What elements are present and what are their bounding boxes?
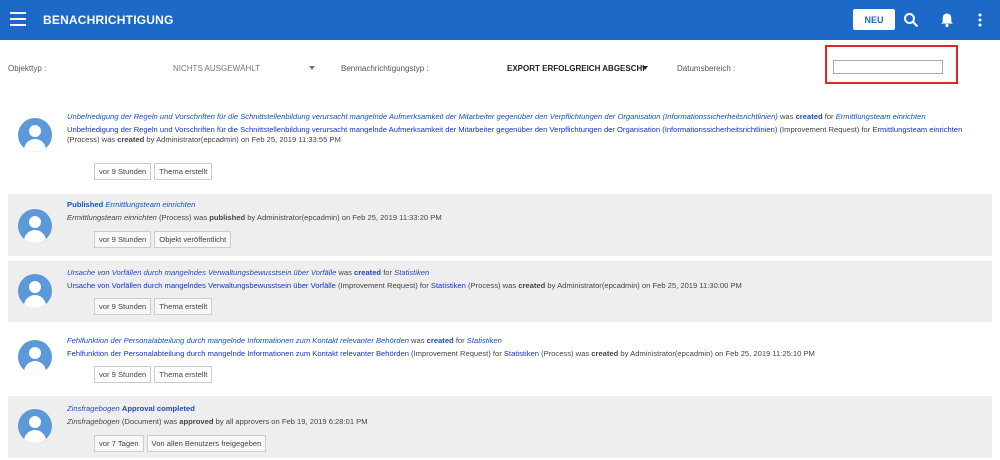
page-title: BENACHRICHTIGUNG	[43, 13, 174, 27]
item-headline[interactable]: Fehlfunktion der Personalabteilung durch…	[67, 336, 982, 346]
time-tag: vor 7 Tagen	[94, 435, 144, 452]
item-detail: Ermittlungsteam einrichten (Process) was…	[67, 213, 442, 222]
item-headline[interactable]: Zinsfragebogen Approval completed	[67, 404, 982, 414]
object-type-select[interactable]: NICHTS AUSGEWÄHLT	[173, 64, 260, 73]
time-tag: vor 9 Stunden	[94, 231, 152, 248]
new-button[interactable]: NEU	[853, 9, 895, 30]
object-type-label: Objekttyp :	[8, 64, 47, 73]
item-link[interactable]: Unbefriedigung der Regeln und Vorschrift…	[67, 125, 777, 134]
item-link[interactable]: Fehlfunktion der Personalabteilung durch…	[67, 349, 409, 358]
highlight-annotation	[825, 45, 958, 84]
item-target-link[interactable]: Ermittlungsteam einrichten	[872, 125, 962, 134]
item-detail: Ursache von Vorfällen durch mangelndes V…	[67, 281, 742, 290]
item-headline[interactable]: Ursache von Vorfällen durch mangelndes V…	[67, 268, 982, 278]
menu-icon[interactable]	[10, 12, 26, 26]
avatar	[18, 409, 52, 443]
date-range-label: Datumsbereich :	[677, 64, 736, 73]
event-tag: Thema erstellt	[154, 366, 213, 383]
item-detail: Unbefriedigung der Regeln und Vorschrift…	[67, 125, 963, 144]
item-headline[interactable]: Published Ermittlungsteam einrichten	[67, 200, 982, 210]
event-tag: Objekt veröffentlicht	[154, 231, 232, 248]
time-tag: vor 9 Stunden	[94, 366, 152, 383]
feed-item[interactable]: Fehlfunktion der Personalabteilung durch…	[8, 328, 992, 390]
more-vert-icon[interactable]	[972, 12, 988, 28]
feed-item[interactable]: Ursache von Vorfällen durch mangelndes V…	[8, 261, 992, 322]
item-headline[interactable]: Unbefriedigung der Regeln und Vorschrift…	[67, 112, 982, 122]
event-tag: Von allen Benutzers freigegeben	[146, 435, 267, 452]
item-link[interactable]: Ursache von Vorfällen durch mangelndes V…	[67, 281, 336, 290]
event-tag: Thema erstellt	[154, 163, 213, 180]
feed-item[interactable]: Zinsfragebogen Approval completed Zinsfr…	[8, 396, 992, 458]
object-type-caret-icon[interactable]	[309, 66, 315, 70]
avatar	[18, 118, 52, 152]
notification-type-caret-icon[interactable]	[642, 66, 648, 70]
item-target-link[interactable]: Statistiken	[431, 281, 466, 290]
time-tag: vor 9 Stunden	[94, 298, 152, 315]
item-detail: Zinsfragebogen (Document) was approved b…	[67, 417, 368, 426]
feed-item[interactable]: Unbefriedigung der Regeln und Vorschrift…	[8, 102, 992, 190]
item-detail: Fehlfunktion der Personalabteilung durch…	[67, 349, 815, 358]
avatar	[18, 340, 52, 374]
avatar	[18, 209, 52, 243]
feed-item[interactable]: Published Ermittlungsteam einrichten Erm…	[8, 194, 992, 256]
search-icon[interactable]	[903, 12, 919, 28]
event-tag: Thema erstellt	[154, 298, 213, 315]
top-app-bar: BENACHRICHTIGUNG NEU	[0, 0, 1000, 40]
notification-type-label: Benmachrichtigungstyp :	[341, 64, 429, 73]
time-tag: vor 9 Stunden	[94, 163, 152, 180]
item-target-link[interactable]: Statistiken	[504, 349, 539, 358]
bell-icon[interactable]	[939, 12, 955, 28]
avatar	[18, 274, 52, 308]
notification-type-select[interactable]: EXPORT ERFOLGREICH ABGESCHl	[507, 64, 645, 73]
